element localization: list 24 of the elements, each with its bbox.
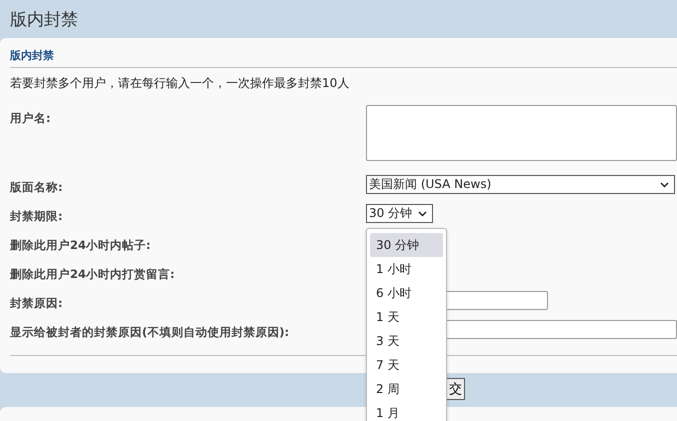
board-select[interactable]: 美国新闻 (USA News) <box>366 175 675 194</box>
dropdown-option[interactable]: 30 分钟 <box>370 233 443 257</box>
section-title: 版内封禁 <box>10 48 677 68</box>
submit-button[interactable]: 交 <box>446 378 465 400</box>
field-label: 删除此用户24小时内打赏留言: <box>10 266 176 282</box>
page-title: 版内封禁 <box>10 8 78 30</box>
dropdown-option[interactable]: 2 周 <box>370 377 443 401</box>
dropdown-option[interactable]: 1 月 <box>370 401 443 421</box>
chevron-icon <box>660 182 669 188</box>
dropdown-option[interactable]: 1 小时 <box>370 257 443 281</box>
field-label: 用户名: <box>10 110 52 127</box>
dropdown-option[interactable]: 3 天 <box>370 329 443 353</box>
field-label: 封禁期限: <box>10 208 64 224</box>
username-field[interactable] <box>366 105 677 161</box>
field-label: 显示给被封者的封禁原因(不填则自动使用封禁原因): <box>10 324 290 340</box>
instruction-text: 若要封禁多个用户，请在每行输入一个，一次操作最多封禁10人 <box>10 75 350 92</box>
field-label: 版面名称: <box>10 179 64 195</box>
dropdown-option[interactable]: 7 天 <box>370 353 443 377</box>
field-label: 删除此用户24小时内帖子: <box>10 237 152 253</box>
field-label: 封禁原因: <box>10 295 64 311</box>
dropdown-option[interactable]: 1 天 <box>370 305 443 329</box>
dropdown-option[interactable]: 6 小时 <box>370 281 443 305</box>
duration-select[interactable]: 30 分钟 <box>366 204 433 223</box>
chevron-icon <box>418 210 427 216</box>
